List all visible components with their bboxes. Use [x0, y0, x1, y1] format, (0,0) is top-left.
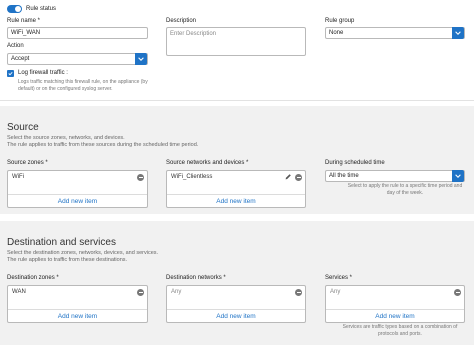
- services-hint: Services are traffic types based on a co…: [335, 324, 465, 337]
- hint-line: default) or on the configured syslog ser…: [18, 85, 113, 92]
- toggle-knob: [15, 6, 21, 12]
- hint-line: protocols and ports.: [378, 330, 422, 337]
- log-firewall-hint: Logs traffic matching this firewall rule…: [18, 79, 148, 92]
- action-value: Accept: [11, 56, 30, 62]
- services-list: Any Add new item: [325, 285, 465, 323]
- pencil-icon[interactable]: [284, 173, 292, 181]
- add-service-button[interactable]: Add new item: [326, 309, 464, 322]
- source-networks-list: WiFi_Clientless Add new item: [166, 170, 306, 208]
- chevron-down-icon[interactable]: [452, 27, 464, 39]
- source-zones-label: Source zones *: [7, 160, 48, 166]
- hint-line: Select to apply the rule to a specific t…: [347, 183, 463, 189]
- services-label: Services *: [325, 275, 353, 281]
- rule-group-value: None: [329, 30, 344, 36]
- remove-icon[interactable]: [295, 289, 302, 296]
- rule-group-label: Rule group: [325, 18, 355, 24]
- add-source-network-button[interactable]: Add new item: [167, 194, 305, 207]
- rule-status-toggle[interactable]: [7, 5, 22, 13]
- source-networks-label: Source networks and devices *: [166, 160, 249, 166]
- schedule-value: All the time: [329, 173, 359, 179]
- source-title: Source: [7, 122, 39, 133]
- add-destination-network-button[interactable]: Add new item: [167, 309, 305, 322]
- schedule-label: During scheduled time: [325, 160, 385, 166]
- source-desc-1: Select the source zones, networks, and d…: [7, 135, 125, 141]
- log-firewall-label: Log firewall traffic :: [18, 70, 68, 76]
- hint-line: Services are traffic types based on a co…: [342, 324, 458, 330]
- remove-icon[interactable]: [295, 174, 302, 181]
- action-label: Action: [7, 43, 24, 49]
- list-item[interactable]: Any: [167, 286, 305, 298]
- rule-group-select[interactable]: None: [325, 27, 465, 39]
- destination-title: Destination and services: [7, 237, 116, 248]
- divider: [0, 100, 474, 101]
- remove-icon[interactable]: [454, 289, 461, 296]
- list-item[interactable]: WAN: [8, 286, 147, 298]
- schedule-hint: Select to apply the rule to a specific t…: [345, 183, 465, 196]
- destination-networks-list: Any Add new item: [166, 285, 306, 323]
- destination-zones-list: WAN Add new item: [7, 285, 148, 323]
- chevron-down-icon[interactable]: [135, 53, 147, 65]
- rule-name-input[interactable]: WiFi_WAN: [7, 27, 148, 39]
- description-textarea[interactable]: Enter Description: [166, 27, 306, 56]
- hint-line: Logs traffic matching this firewall rule…: [18, 79, 148, 85]
- source-desc-2: The rule applies to traffic from these s…: [7, 142, 199, 148]
- destination-desc-1: Select the destination zones, networks, …: [7, 250, 159, 256]
- log-firewall-checkbox[interactable]: [7, 70, 14, 77]
- rule-status-label: Rule status: [26, 6, 57, 12]
- schedule-select[interactable]: All the time: [325, 170, 465, 182]
- destination-desc-2: The rule applies to traffic from these d…: [7, 257, 128, 263]
- source-zones-list: WiFi Add new item: [7, 170, 148, 208]
- list-item[interactable]: WiFi: [8, 171, 147, 183]
- list-item[interactable]: Any: [326, 286, 464, 298]
- checkmark-icon: [8, 71, 13, 76]
- action-select[interactable]: Accept: [7, 53, 148, 65]
- destination-zones-label: Destination zones *: [7, 275, 59, 281]
- remove-icon[interactable]: [137, 289, 144, 296]
- add-source-zone-button[interactable]: Add new item: [8, 194, 147, 207]
- chevron-down-icon[interactable]: [452, 170, 464, 182]
- description-label: Description: [166, 18, 197, 24]
- destination-networks-label: Destination networks *: [166, 275, 226, 281]
- remove-icon[interactable]: [137, 174, 144, 181]
- rule-name-label: Rule name *: [7, 18, 41, 24]
- add-destination-zone-button[interactable]: Add new item: [8, 309, 147, 322]
- hint-line: day of the week.: [386, 189, 424, 196]
